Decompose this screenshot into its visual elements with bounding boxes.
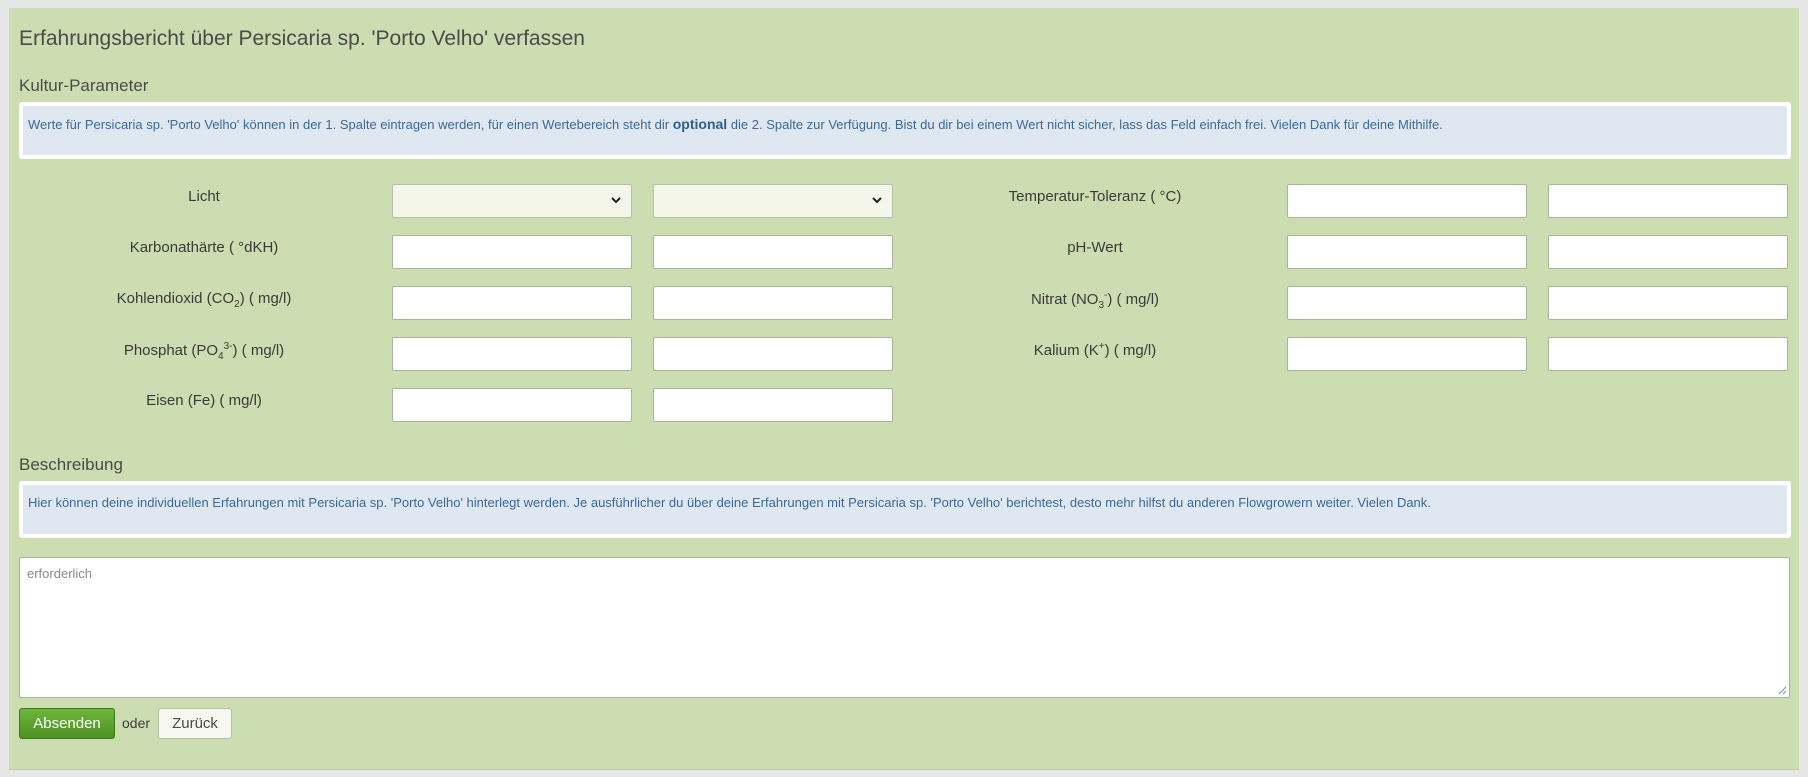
kohlendioxid-label: Kohlendioxid (CO2) ( mg/l) [116, 290, 292, 310]
chevron-down-icon [872, 197, 882, 204]
ph-wert-label: pH-Wert [1067, 239, 1123, 256]
kultur-info-box: Werte für Persicaria sp. 'Porto Velho' k… [19, 102, 1791, 159]
kalium-label: Kalium (K+) ( mg/l) [1033, 341, 1157, 359]
kultur-info-post: die 2. Spalte zur Verfügung. Bist du dir… [727, 117, 1443, 132]
licht-select-2[interactable] [653, 184, 893, 218]
beschreibung-placeholder: erforderlich [27, 566, 93, 581]
phosphat-label: Phosphat (PO43-) ( mg/l) [123, 341, 285, 362]
beschreibung-heading: Beschreibung [19, 455, 123, 474]
page-title: Erfahrungsbericht über Persicaria sp. 'P… [19, 27, 585, 50]
kalium-input-2[interactable] [1548, 337, 1788, 371]
karbonathaerte-label: Karbonathärte ( °dKH) [129, 239, 279, 256]
kalium-input-1[interactable] [1287, 337, 1527, 371]
kultur-info-pre: Werte für Persicaria sp. 'Porto Velho' k… [28, 117, 673, 132]
temperatur-input-1[interactable] [1287, 184, 1527, 218]
chevron-down-icon [611, 197, 621, 204]
or-text: oder [122, 715, 151, 731]
kohlendioxid-input-1[interactable] [392, 286, 632, 320]
resize-grip-icon[interactable] [1777, 685, 1787, 695]
temperatur-input-2[interactable] [1548, 184, 1788, 218]
kultur-info-optional: optional [672, 116, 728, 132]
ph-wert-input-1[interactable] [1287, 235, 1527, 269]
nitrat-label: Nitrat (NO3-) ( mg/l) [1030, 290, 1160, 311]
licht-select-1[interactable] [392, 184, 632, 218]
beschreibung-textarea[interactable]: erforderlich [19, 557, 1790, 698]
kultur-info-text: Werte für Persicaria sp. 'Porto Velho' k… [23, 106, 1787, 155]
licht-label: Licht [188, 188, 220, 205]
karbonathaerte-input-2[interactable] [653, 235, 893, 269]
eisen-label: Eisen (Fe) ( mg/l) [146, 392, 262, 409]
phosphat-input-2[interactable] [653, 337, 893, 371]
nitrat-input-2[interactable] [1548, 286, 1788, 320]
submit-button[interactable]: Absenden [19, 708, 115, 739]
nitrat-input-1[interactable] [1287, 286, 1527, 320]
phosphat-input-1[interactable] [392, 337, 632, 371]
report-form-panel: Erfahrungsbericht über Persicaria sp. 'P… [9, 8, 1799, 770]
eisen-input-2[interactable] [653, 388, 893, 422]
ph-wert-input-2[interactable] [1548, 235, 1788, 269]
kohlendioxid-input-2[interactable] [653, 286, 893, 320]
beschreibung-info-text: Hier können deine individuellen Erfahrun… [23, 485, 1787, 534]
eisen-input-1[interactable] [392, 388, 632, 422]
temperatur-label: Temperatur-Toleranz ( °C) [1008, 188, 1182, 205]
kultur-parameter-heading: Kultur-Parameter [19, 76, 149, 95]
back-button[interactable]: Zurück [158, 708, 232, 739]
beschreibung-info-box: Hier können deine individuellen Erfahrun… [19, 481, 1791, 538]
karbonathaerte-input-1[interactable] [392, 235, 632, 269]
